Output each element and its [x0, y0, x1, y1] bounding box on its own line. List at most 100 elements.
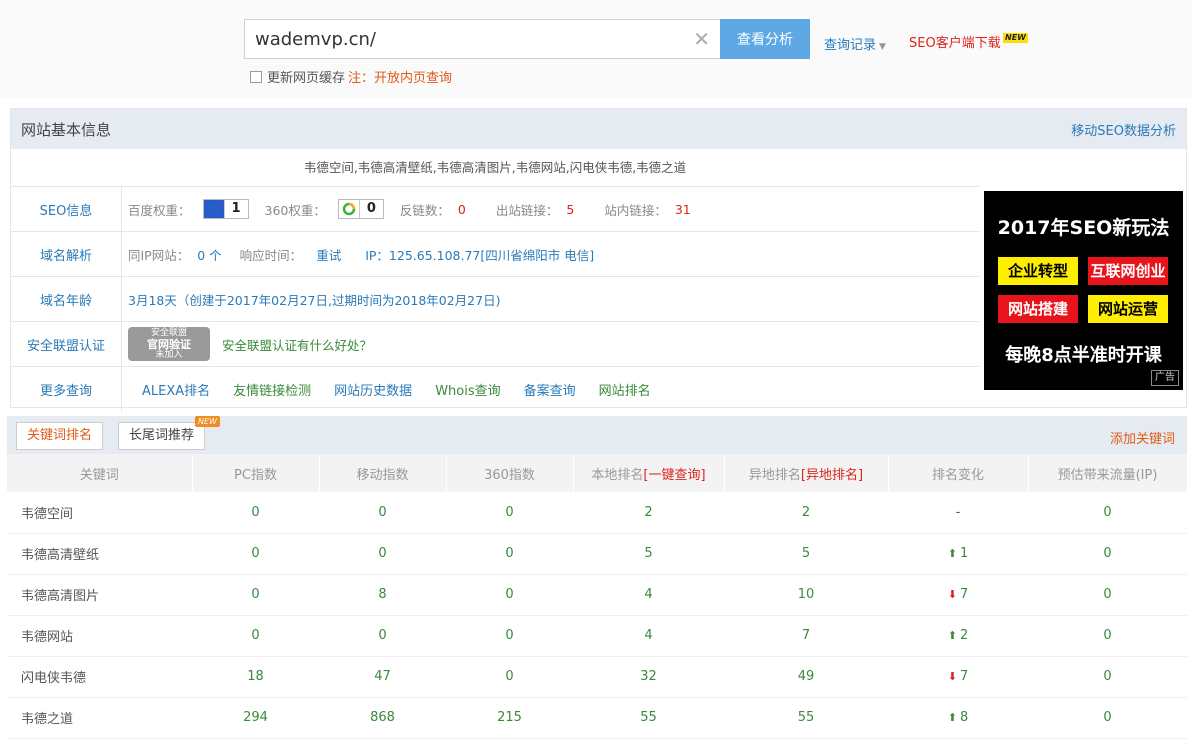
- ad-tag: 互联网创业: [1088, 257, 1168, 285]
- col-360-index[interactable]: 360指数: [446, 454, 574, 492]
- outlinks-value[interactable]: 5: [566, 202, 574, 217]
- icp-record-link[interactable]: 备案查询: [524, 380, 576, 399]
- security-benefit-link[interactable]: 安全联盟认证有什么好处？: [222, 335, 372, 354]
- local-rank-cell: 4: [573, 615, 724, 657]
- pc-index-cell: 294: [192, 697, 319, 739]
- backlinks-value[interactable]: 0: [458, 202, 466, 217]
- whois-link[interactable]: Whois查询: [435, 380, 500, 399]
- ad-tag: 网站运营: [1088, 295, 1168, 323]
- retry-link[interactable]: 重试: [316, 245, 341, 264]
- site-description: 韦德空间,韦德高清壁纸,韦德高清图片,韦德网站,闪电侠韦德,韦德之道: [11, 149, 979, 187]
- more-queries-label[interactable]: 更多查询: [11, 367, 122, 412]
- search-input[interactable]: [245, 20, 685, 58]
- rank-change-cell: ⬆ 8: [888, 697, 1028, 739]
- site-history-link[interactable]: 网站历史数据: [334, 380, 412, 399]
- baidu-weight-badge[interactable]: 🐾 1: [202, 199, 249, 219]
- local-rank-cell: 55: [573, 697, 724, 739]
- rank-change-cell: ⬆ 1: [888, 533, 1028, 575]
- keyword-cell[interactable]: 韦德高清壁纸: [7, 533, 192, 575]
- remote-rank-cell: 2: [724, 492, 888, 534]
- panel-title: 网站基本信息: [21, 120, 112, 139]
- friend-link-check-link[interactable]: 友情链接检测: [233, 380, 311, 399]
- index-360-cell: 0: [446, 574, 573, 616]
- same-ip-label: 同IP网站：: [128, 247, 190, 263]
- inlinks-label: 站内链接：: [604, 202, 667, 218]
- alexa-link[interactable]: ALEXA排名: [142, 380, 210, 399]
- keyword-cell[interactable]: 闪电侠韦德: [7, 656, 192, 698]
- mobile-index-cell: 0: [319, 533, 446, 575]
- keyword-cell[interactable]: 韦德空间: [7, 492, 192, 534]
- domain-age-label[interactable]: 域名年龄: [11, 277, 122, 321]
- mobile-index-cell: 47: [319, 656, 446, 698]
- local-rank-cell: 5: [573, 533, 724, 575]
- keyword-cell[interactable]: 韦德网站: [7, 615, 192, 657]
- ad-banner[interactable]: 2017年SEO新玩法 企业转型 互联网创业 网站搭建 网站运营 每晚8点半准时…: [984, 191, 1183, 390]
- table-row: 韦德之道 294 868 215 55 55 ⬆ 8 0: [7, 697, 1187, 739]
- table-row: 韦德高清壁纸 0 0 0 5 5 ⬆ 1 0: [7, 533, 1187, 575]
- pc-index-cell: 0: [192, 574, 319, 616]
- keyword-cell[interactable]: 韦德高清图片: [7, 574, 192, 616]
- col-keyword: 关键词: [7, 454, 193, 492]
- outlinks-label: 出站链接：: [495, 202, 559, 218]
- seo-info-label[interactable]: SEO信息: [11, 187, 122, 231]
- baidu-weight-label: 百度权重：: [128, 202, 191, 218]
- security-label[interactable]: 安全联盟认证: [11, 322, 122, 366]
- tab-keyword-ranking[interactable]: 关键词排名: [16, 422, 104, 450]
- search-bar-area: ✕ 查看分析 查询记录▼ SEO客户端下载 NEW 更新网页缓存 注：开放内页查…: [0, 0, 1192, 98]
- dns-label[interactable]: 域名解析: [11, 232, 122, 276]
- rank-change-cell: ⬇ 7: [888, 656, 1028, 698]
- domain-age-value: 3月18天（创建于2017年02月27日,过期时间为2018年02月27日): [128, 292, 501, 308]
- same-ip-value[interactable]: 0 个: [197, 245, 221, 264]
- query-history-label: 查询记录: [824, 38, 877, 53]
- mobile-seo-link[interactable]: 移动SEO数据分析: [1071, 120, 1176, 139]
- rank-change-value: 2: [959, 628, 969, 643]
- rank-change-cell: ⬆ 2: [888, 615, 1028, 657]
- seo-client-download-link[interactable]: SEO客户端下载: [909, 32, 1001, 51]
- ad-label: 广告: [1151, 370, 1179, 386]
- table-row: 闪电侠韦德 18 47 0 32 49 ⬇ 7 0: [7, 656, 1187, 698]
- tab-longtail-recommend[interactable]: 长尾词推荐: [118, 422, 206, 450]
- security-seal-badge[interactable]: 安全联盟 官网验证 未加入: [128, 327, 210, 361]
- panel-header: 网站基本信息 移动SEO数据分析: [11, 109, 1186, 149]
- one-click-query-link[interactable]: [一键查询]: [643, 468, 705, 483]
- update-cache-checkbox[interactable]: [250, 70, 262, 83]
- analyze-button[interactable]: 查看分析: [720, 19, 810, 59]
- site-rank-link[interactable]: 网站排名: [599, 380, 651, 399]
- query-history-link[interactable]: 查询记录 ▼: [824, 34, 886, 53]
- arrow-up-icon: ⬆: [947, 629, 957, 642]
- new-badge: NEW: [1003, 33, 1028, 43]
- domain-age-row: 域名年龄 3月18天（创建于2017年02月27日,过期时间为2018年02月2…: [11, 277, 979, 322]
- table-row: 韦德空间 0 0 0 2 2-0: [7, 492, 1187, 534]
- inlinks-value[interactable]: 31: [675, 202, 691, 217]
- rank-change-cell: ⬇ 7: [888, 574, 1028, 616]
- col-pc-index[interactable]: PC指数: [192, 454, 320, 492]
- index-360-cell: 215: [446, 697, 573, 739]
- local-rank-label: 本地排名: [591, 467, 644, 483]
- mobile-index-cell: 8: [319, 574, 446, 616]
- seal-main-text: 官网验证: [147, 337, 191, 351]
- col-mobile-index[interactable]: 移动指数: [319, 454, 447, 492]
- rank-change-value: 1: [959, 546, 969, 561]
- dns-row: 域名解析 同IP网站： 0 个 响应时间： 重试 IP：125.65.108.7…: [11, 232, 979, 277]
- so360-ring-icon: [338, 200, 359, 218]
- new-badge: NEW: [195, 416, 220, 427]
- rank-change-cell: -: [888, 492, 1028, 534]
- traffic-cell: 0: [1028, 492, 1187, 534]
- clear-icon[interactable]: ✕: [693, 27, 710, 51]
- remote-rank-cell: 49: [724, 656, 888, 698]
- seo-info-row: SEO信息 百度权重： 🐾 1 360权重： 0 反链数： 0 出站链接： 5 …: [11, 187, 979, 232]
- remote-rank-cell: 10: [724, 574, 888, 616]
- keyword-cell[interactable]: 韦德之道: [7, 697, 192, 739]
- table-header-row: 关键词 PC指数 移动指数 360指数 本地排名[一键查询] 异地排名[异地排名…: [7, 454, 1188, 492]
- col-remote-rank: 异地排名[异地排名]: [724, 454, 889, 492]
- so360-weight-value: 0: [358, 200, 383, 218]
- remote-rank-link[interactable]: [异地排名]: [801, 468, 863, 483]
- remote-rank-cell: 55: [724, 697, 888, 739]
- arrow-up-icon: ⬆: [947, 547, 957, 560]
- ad-title: 2017年SEO新玩法: [997, 217, 1170, 239]
- add-keyword-link[interactable]: 添加关键词: [1110, 428, 1175, 447]
- index-360-cell: 0: [446, 492, 573, 534]
- so360-weight-badge[interactable]: 0: [337, 199, 384, 219]
- update-cache-label: 更新网页缓存: [267, 71, 346, 86]
- ip-info[interactable]: IP：125.65.108.77[四川省绵阳市 电信]: [365, 245, 594, 264]
